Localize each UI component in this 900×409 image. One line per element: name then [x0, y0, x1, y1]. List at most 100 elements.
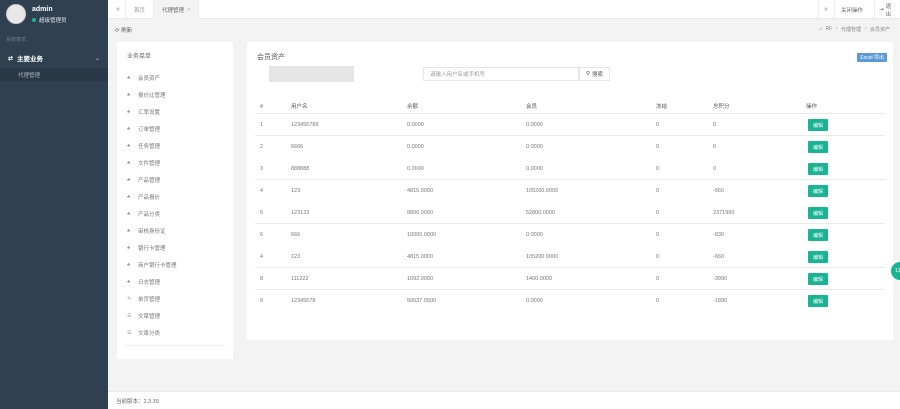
menu-item[interactable]: ♣ 订单管理 [127, 120, 177, 137]
edit-button[interactable]: 编辑 [808, 163, 828, 175]
edit-button[interactable]: 编辑 [808, 251, 828, 263]
avatar[interactable] [6, 4, 26, 24]
menu-item-label: 产品报价 [138, 194, 161, 201]
cell-frozen: 0 [656, 254, 660, 260]
edit-button[interactable]: 编辑 [808, 141, 828, 153]
cell-frozen: 0 [656, 232, 660, 238]
cell-points: -660 [713, 254, 725, 260]
breadcrumb-item[interactable]: RF [825, 26, 832, 33]
cell-frozen: 0 [656, 188, 660, 194]
cell-id: 4 [260, 254, 264, 260]
users-icon: ♣ [127, 91, 131, 98]
edit-button[interactable]: 编辑 [808, 295, 828, 307]
close-operations-button[interactable]: 关闭操作 [834, 0, 869, 19]
cell-username: 666 [291, 232, 301, 238]
tab-scroll-right-button[interactable]: » [818, 0, 833, 19]
cell-balance: 50637.0500 [407, 298, 437, 304]
menu-item-label: 日志管理 [138, 279, 161, 286]
menu-item[interactable]: ♣ 审核身份证 [127, 222, 177, 239]
users-icon: ♣ [127, 176, 131, 183]
menu-item[interactable]: ♣ 日志管理 [127, 273, 177, 290]
cell-points: -830 [713, 232, 725, 238]
nav-group-main-business[interactable]: ⇄ 主要业务 ⌄ [0, 50, 108, 66]
cell-balance: 4815.0000 [407, 188, 433, 194]
edit-button[interactable]: 编辑 [808, 119, 828, 131]
cell-frozen: 0 [656, 144, 660, 150]
users-icon: ♣ [127, 244, 131, 251]
list-icon: ☰ [127, 329, 132, 336]
menu-item[interactable]: ♣ 会员资产 [127, 69, 177, 86]
search-input[interactable]: 请输入用户名或手机号 [423, 67, 579, 81]
cell-username: 123 [291, 254, 301, 260]
menu-item[interactable]: ♣ 文件管理 [127, 154, 177, 171]
sidebar: admin 超级管理员 系统菜单 ⇄ 主要业务 ⌄ 代理管理 [0, 0, 108, 409]
cell-balance: 1092.0000 [407, 276, 433, 282]
cell-balance: 0.0000 [407, 122, 424, 128]
business-menu-panel: 业务菜单 ♣ 会员资产 ♣ 报价比管理 ♣ 汇率设置 ♣ 订单管理 ♣ 任务管理 ♣ 文件管… [117, 42, 233, 359]
sidebar-item-agent-management[interactable]: 代理管理 [0, 68, 108, 81]
breadcrumb-item[interactable]: 代理管理 [841, 26, 861, 33]
menu-item-label: 商户银行卡管理 [138, 262, 177, 269]
excel-export-button[interactable]: Excel 导出 [857, 53, 887, 62]
menu-item[interactable]: ♣ 任务管理 [127, 137, 177, 154]
cell-points: -1890 [713, 298, 728, 304]
menu-item[interactable]: ♣ 商户银行卡管理 [127, 256, 177, 273]
table-row: 6 666 10000.0000 0.0000 0 -830 编辑 [255, 224, 885, 246]
menu-item[interactable]: ♣ 产品管理 [127, 171, 177, 188]
divider [125, 345, 225, 346]
menu-item[interactable]: ✎ 单页管理 [127, 290, 177, 307]
table-row: 4 123 4815.0000 105200.0000 0 -660 编辑 [255, 180, 885, 202]
refresh-button[interactable]: ⟳ 刷新 [115, 26, 132, 34]
menu-item[interactable]: ☰ 文章管理 [127, 307, 177, 324]
menu-item[interactable]: ♣ 产品分类 [127, 205, 177, 222]
tab-home[interactable]: 首页 [126, 0, 155, 19]
menu-item-label: 单页管理 [138, 296, 161, 303]
cell-balance: 4815.0000 [407, 254, 433, 260]
tab-label: 代理管理 [162, 7, 185, 14]
tab-scroll-left-button[interactable]: « [111, 0, 126, 19]
breadcrumb: ⌂ RF > 代理管理 > 会员资产 [819, 26, 890, 33]
close-icon[interactable]: × [187, 7, 190, 13]
tab-agent-management[interactable]: 代理管理 × [154, 0, 200, 19]
cell-id: 9 [260, 298, 264, 304]
search-button-label: 搜索 [592, 72, 604, 78]
menu-item[interactable]: ☰ 文章分类 [127, 324, 177, 341]
cell-id: 8 [260, 276, 264, 282]
cell-id: 5 [260, 210, 264, 216]
menu-item[interactable]: ♣ 汇率设置 [127, 103, 177, 120]
edit-button[interactable]: 编辑 [808, 229, 828, 241]
breadcrumb-separator: > [835, 26, 839, 32]
logout-label: 退出 [885, 3, 892, 18]
cell-id: 3 [260, 166, 264, 172]
search-button[interactable]: ⚲ 搜索 [579, 67, 610, 81]
cell-balance: 0.0000 [407, 144, 424, 150]
cell-username: 888888 [291, 166, 310, 172]
edit-button[interactable]: 编辑 [808, 185, 828, 197]
cell-member: 0.0000 [526, 232, 543, 238]
cell-member: 105200.0000 [526, 188, 559, 194]
table-row: 4 123 4815.0000 105200.0000 0 -660 编辑 [255, 246, 885, 268]
cell-id: 2 [260, 144, 264, 150]
logout-button[interactable]: ⇥ 退出 [874, 0, 900, 19]
menu-item[interactable]: ♣ 产品报价 [127, 188, 177, 205]
cell-username: 123456789 [291, 122, 319, 128]
menu-item[interactable]: ♣ 银行卡管理 [127, 239, 177, 256]
menu-item[interactable]: ♣ 报价比管理 [127, 86, 177, 103]
refresh-icon: ⟳ [115, 28, 120, 34]
edit-button[interactable]: 编辑 [808, 207, 828, 219]
column-header: 冻结 [656, 104, 668, 110]
menu-item-label: 文章分类 [138, 330, 161, 337]
cell-username: 123 [291, 188, 301, 194]
username[interactable]: admin [32, 6, 53, 13]
menu-item-label: 文章管理 [138, 313, 161, 320]
edit-button[interactable]: 编辑 [808, 273, 828, 285]
cell-username: 123123 [291, 210, 310, 216]
menu-item-label: 产品管理 [138, 177, 161, 184]
cell-points: 0 [713, 122, 717, 128]
refresh-label: 刷新 [121, 28, 133, 34]
menu-item-label: 任务管理 [138, 143, 161, 150]
logout-icon: ⇥ [879, 6, 884, 13]
business-menu-title: 业务菜单 [127, 54, 152, 60]
column-header: 余额 [407, 104, 419, 110]
column-header: # [260, 104, 264, 110]
